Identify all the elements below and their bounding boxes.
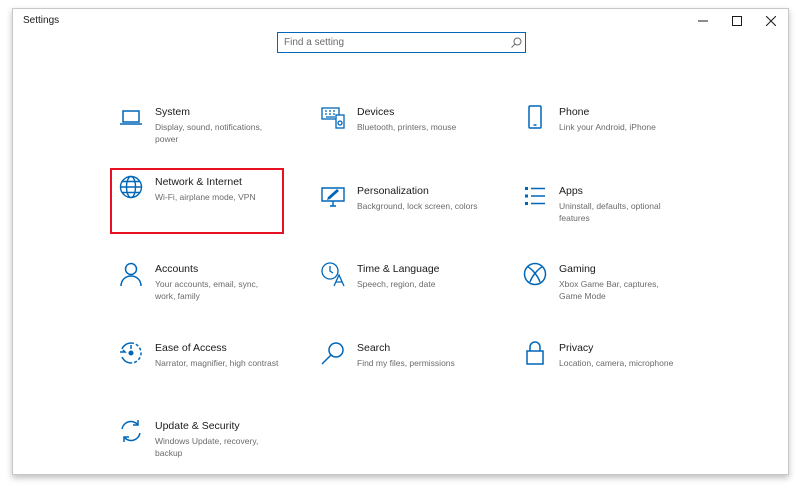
magnifier-icon: [320, 340, 346, 366]
category-name: Phone: [559, 106, 590, 118]
globe-icon: [118, 174, 144, 200]
category-gaming[interactable]: Gaming Xbox Game Bar, captures, Game Mod…: [516, 257, 686, 319]
category-name: Privacy: [559, 342, 594, 354]
category-phone[interactable]: Phone Link your Android, iPhone: [516, 100, 686, 162]
category-search[interactable]: Search Find my files, permissions: [314, 336, 484, 398]
category-name: Update & Security: [155, 420, 240, 432]
lock-icon: [522, 340, 548, 366]
category-name: Search: [357, 342, 391, 354]
category-description: Speech, region, date: [357, 279, 436, 289]
category-devices[interactable]: Devices Bluetooth, printers, mouse: [314, 100, 484, 162]
search-icon[interactable]: [507, 37, 525, 48]
category-description: Your accounts, email, sync, work, family: [155, 279, 259, 301]
category-name: Gaming: [559, 263, 596, 275]
personalization-icon: [320, 183, 346, 209]
maximize-button[interactable]: [720, 9, 754, 33]
category-description: Background, lock screen, colors: [357, 201, 478, 211]
category-description: Find my files, permissions: [357, 358, 455, 368]
category-accounts[interactable]: Accounts Your accounts, email, sync, wor…: [112, 257, 282, 319]
minimize-icon: [698, 20, 708, 22]
category-system[interactable]: System Display, sound, notifications, po…: [112, 100, 282, 162]
settings-window: Settings System Display, sound, notifica…: [12, 8, 789, 475]
category-description: Narrator, magnifier, high contrast: [155, 358, 279, 368]
laptop-icon: [118, 104, 144, 130]
devices-icon: [320, 104, 346, 130]
category-privacy[interactable]: Privacy Location, camera, microphone: [516, 336, 686, 398]
close-button[interactable]: [754, 9, 788, 33]
category-description: Uninstall, defaults, optional features: [559, 201, 661, 223]
category-name: Ease of Access: [155, 342, 227, 354]
category-time-language[interactable]: Time & Language Speech, region, date: [314, 257, 484, 319]
category-name: Accounts: [155, 263, 199, 275]
xbox-icon: [522, 261, 548, 287]
category-name: Devices: [357, 106, 395, 118]
category-name: Apps: [559, 185, 583, 197]
category-name: Network & Internet: [155, 176, 242, 188]
phone-icon: [522, 104, 548, 130]
category-description: Link your Android, iPhone: [559, 122, 656, 132]
category-description: Xbox Game Bar, captures, Game Mode: [559, 279, 659, 301]
category-personalization[interactable]: Personalization Background, lock screen,…: [314, 179, 484, 241]
category-name: Time & Language: [357, 263, 440, 275]
category-description: Location, camera, microphone: [559, 358, 674, 368]
category-description: Wi-Fi, airplane mode, VPN: [155, 192, 256, 202]
close-icon: [766, 16, 776, 26]
time-language-icon: [320, 261, 346, 287]
title-bar: Settings: [13, 9, 788, 33]
window-title: Settings: [23, 15, 60, 26]
category-description: Bluetooth, printers, mouse: [357, 122, 457, 132]
category-update-security[interactable]: Update & Security Windows Update, recove…: [112, 414, 282, 476]
sync-icon: [118, 418, 144, 444]
search-box[interactable]: [277, 32, 526, 53]
ease-of-access-icon: [118, 340, 144, 366]
category-ease-of-access[interactable]: Ease of Access Narrator, magnifier, high…: [112, 336, 282, 398]
category-description: Windows Update, recovery, backup: [155, 436, 259, 458]
maximize-icon: [732, 16, 742, 26]
person-icon: [118, 261, 144, 287]
minimize-button[interactable]: [686, 9, 720, 33]
apps-icon: [522, 183, 548, 209]
category-name: Personalization: [357, 185, 429, 197]
category-description: Display, sound, notifications, power: [155, 122, 263, 144]
category-name: System: [155, 106, 191, 118]
category-apps[interactable]: Apps Uninstall, defaults, optional featu…: [516, 179, 686, 241]
category-network-internet[interactable]: Network & Internet Wi-Fi, airplane mode,…: [110, 168, 284, 234]
search-input[interactable]: [278, 33, 507, 52]
